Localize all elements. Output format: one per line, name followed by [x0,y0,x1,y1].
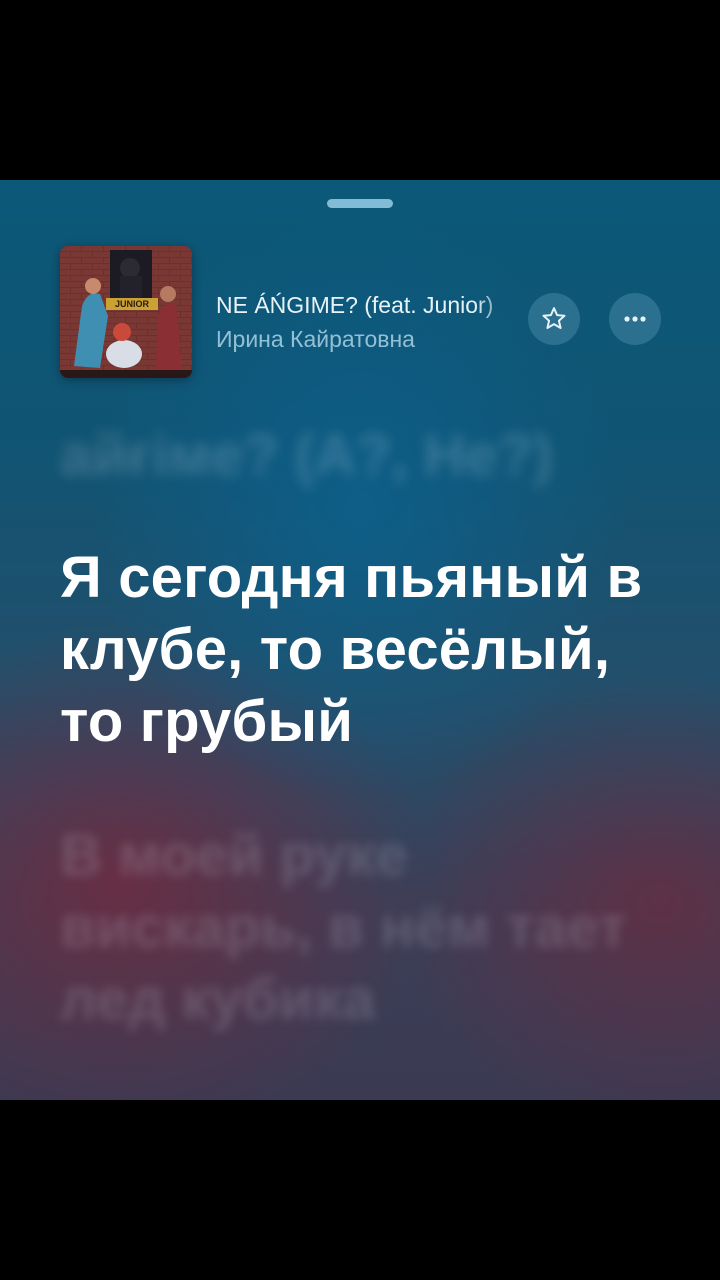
more-options-button[interactable] [609,293,661,345]
sheet-grabber-handle[interactable] [327,199,393,208]
now-playing-lyrics-sheet: JUNIOR NE ÁŃGIME? (feat. Junior) Ирина К… [0,180,720,1100]
ellipsis-icon [624,316,646,322]
lyric-line-previous[interactable]: айғіме? (А?, Не?) [60,420,670,492]
album-cover[interactable]: JUNIOR [60,246,192,378]
favorite-button[interactable] [528,293,580,345]
star-icon [542,307,566,329]
lyric-line-next[interactable]: В моей руке вискарь, в нём тает лед куби… [60,820,670,1036]
track-title[interactable]: NE ÁŃGIME? (feat. Junior) [216,292,516,319]
track-artist[interactable]: Ирина Кайратовна [216,326,415,353]
top-letterbox [0,0,720,180]
album-art-illustration: JUNIOR [60,246,192,378]
cover-logo-text: JUNIOR [115,299,150,309]
lyric-line-current[interactable]: Я сегодня пьяный в клубе, то весёлый, то… [60,542,670,758]
bottom-letterbox [0,1100,720,1280]
